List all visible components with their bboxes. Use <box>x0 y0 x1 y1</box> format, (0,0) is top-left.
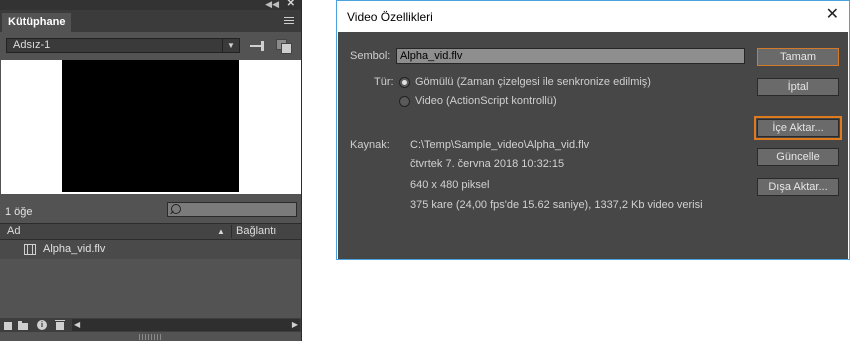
pin-icon[interactable] <box>250 40 268 52</box>
panel-tab-row: Kütüphane <box>0 10 301 32</box>
close-icon[interactable]: ✕ <box>826 5 839 25</box>
search-input[interactable] <box>167 202 297 217</box>
radio-video-label[interactable]: Video (ActionScript kontrollü) <box>415 95 557 107</box>
list-item-label: Alpha_vid.flv <box>43 243 106 255</box>
properties-icon[interactable]: i <box>37 320 47 330</box>
radio-embedded[interactable] <box>399 77 410 88</box>
resize-grip-icon[interactable] <box>139 334 163 340</box>
document-select-value: Adsız-1 <box>13 39 51 51</box>
document-select[interactable]: Adsız-1 ▼ <box>6 38 240 53</box>
tab-library[interactable]: Kütüphane <box>2 13 72 32</box>
delete-icon[interactable] <box>55 320 65 330</box>
panel-menu-icon[interactable] <box>284 17 294 26</box>
library-panel: ◀◀ ✕ Kütüphane Adsız-1 ▼ 1 öğe Ad ▲ Bağl… <box>0 0 302 341</box>
source-path: C:\Temp\Sample_video\Alpha_vid.flv <box>410 139 590 151</box>
video-preview <box>62 60 239 192</box>
video-properties-dialog: Video Özellikleri ✕ Sembol: Alpha_vid.fl… <box>336 0 850 260</box>
list-item[interactable]: Alpha_vid.flv <box>0 240 301 259</box>
scroll-left-icon[interactable]: ◀ <box>74 319 80 331</box>
radio-embedded-label[interactable]: Gömülü (Zaman çizelgesi ile senkronize e… <box>415 76 651 88</box>
source-dimensions: 640 x 480 piksel <box>410 179 490 191</box>
new-library-panel-icon[interactable] <box>276 39 292 54</box>
import-button[interactable]: İçe Aktar... <box>754 116 842 140</box>
source-frames: 375 kare (24,00 fps'de 15.62 saniye), 13… <box>410 199 703 211</box>
panel-topbar: ◀◀ ✕ <box>0 0 301 10</box>
close-icon[interactable]: ✕ <box>287 0 295 10</box>
source-label: Kaynak: <box>350 139 390 151</box>
update-button[interactable]: Güncelle <box>757 148 839 166</box>
video-clip-icon <box>24 244 36 255</box>
column-linkage[interactable]: Bağlantı <box>236 224 276 239</box>
symbol-label: Sembol: <box>350 50 391 62</box>
ok-button[interactable]: Tamam <box>757 48 839 66</box>
column-name[interactable]: Ad <box>7 224 20 239</box>
dialog-body: Sembol: Alpha_vid.flv Tür: Gömülü (Zaman… <box>338 32 848 259</box>
new-symbol-icon[interactable] <box>4 320 14 330</box>
library-preview <box>1 60 301 194</box>
scroll-right-icon[interactable]: ▶ <box>292 319 298 331</box>
new-folder-icon[interactable] <box>18 320 28 330</box>
symbol-field[interactable]: Alpha_vid.flv <box>396 48 745 64</box>
library-bottom-toolbar: i ◀ ▶ <box>0 318 301 332</box>
radio-video[interactable] <box>399 96 410 107</box>
library-column-header: Ad ▲ Bağlantı <box>0 223 301 240</box>
dialog-title: Video Özellikleri <box>347 10 433 24</box>
source-date: čtvrtek 7. června 2018 10:32:15 <box>410 158 565 170</box>
cancel-button[interactable]: İptal <box>757 78 839 96</box>
type-label: Tür: <box>374 76 394 88</box>
export-button[interactable]: Dışa Aktar... <box>757 178 839 196</box>
item-count: 1 öğe <box>5 206 33 218</box>
collapse-icon[interactable]: ◀◀ <box>265 0 279 10</box>
sort-ascending-icon[interactable]: ▲ <box>217 224 225 239</box>
horizontal-scrollbar[interactable]: ◀ ▶ <box>72 319 300 331</box>
chevron-down-icon[interactable]: ▼ <box>222 39 239 52</box>
